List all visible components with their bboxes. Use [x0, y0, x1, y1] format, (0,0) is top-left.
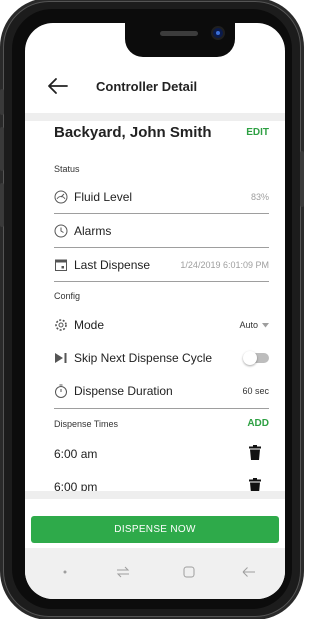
- trash-icon[interactable]: [249, 445, 261, 460]
- home-icon[interactable]: [181, 564, 197, 580]
- add-dispense-time-button[interactable]: ADD: [247, 418, 269, 429]
- mode-value[interactable]: Auto: [239, 320, 258, 330]
- dispense-duration-label: Dispense Duration: [74, 384, 173, 398]
- back-arrow-icon[interactable]: [47, 76, 69, 96]
- front-camera: [213, 28, 223, 38]
- overview-icon[interactable]: [57, 564, 73, 580]
- skip-next-dispense-label: Skip Next Dispense Cycle: [74, 351, 213, 365]
- last-dispense-value: 1/24/2019 6:01:09 PM: [180, 260, 269, 270]
- dispense-times-section-label: Dispense Times: [54, 419, 119, 429]
- divider: [54, 408, 269, 409]
- phone-frame: Controller Detail Backyard, John Smith E…: [0, 1, 304, 617]
- dispense-now-button[interactable]: DISPENSE NOW: [31, 516, 279, 543]
- footer-divider-band: [25, 491, 285, 499]
- recents-icon[interactable]: [115, 564, 131, 580]
- mode-label: Mode: [74, 318, 105, 332]
- dispense-time-item: 6:00 am: [54, 441, 269, 467]
- skip-next-dispense-toggle[interactable]: [243, 351, 269, 365]
- volume-up-button: [0, 89, 4, 115]
- timer-icon: [55, 384, 67, 398]
- edit-button[interactable]: EDIT: [246, 127, 269, 138]
- gear-icon: [55, 319, 67, 331]
- dispense-duration-value: 60 sec: [242, 386, 269, 396]
- header-divider-band: [25, 113, 285, 121]
- status-section-label: Status: [54, 164, 80, 174]
- back-nav-icon[interactable]: [241, 564, 257, 580]
- skip-next-icon: [55, 353, 67, 363]
- notch: [125, 23, 235, 57]
- mode-row[interactable]: Mode Auto: [54, 309, 269, 341]
- last-dispense-row: Last Dispense 1/24/2019 6:01:09 PM: [54, 249, 269, 281]
- skip-next-dispense-row: Skip Next Dispense Cycle: [54, 342, 269, 374]
- controller-name: Backyard, John Smith: [54, 124, 212, 141]
- clock-icon: [54, 224, 68, 238]
- app-bar: Controller Detail: [25, 58, 285, 113]
- dispense-time: 6:00 am: [54, 447, 98, 461]
- alarms-label: Alarms: [74, 224, 112, 238]
- divider: [54, 213, 269, 214]
- bixby-button: [0, 183, 4, 227]
- divider: [54, 247, 269, 248]
- alarms-row[interactable]: Alarms: [54, 215, 269, 247]
- config-section-label: Config: [54, 291, 81, 301]
- page-title: Controller Detail: [96, 79, 198, 94]
- fluid-level-value: 83%: [250, 192, 269, 202]
- dispense-duration-row[interactable]: Dispense Duration 60 sec: [54, 375, 269, 407]
- divider: [54, 281, 269, 282]
- calendar-icon: [55, 259, 67, 271]
- volume-down-button: [0, 127, 4, 171]
- last-dispense-label: Last Dispense: [74, 258, 151, 272]
- fluid-level-label: Fluid Level: [74, 190, 133, 204]
- system-nav-bar: [25, 548, 285, 599]
- app-screen: Controller Detail Backyard, John Smith E…: [25, 23, 285, 599]
- power-button: [300, 151, 304, 207]
- speaker-grille: [160, 31, 198, 36]
- fluid-level-row: Fluid Level 83%: [54, 181, 269, 213]
- gauge-icon: [54, 190, 68, 204]
- dropdown-arrow-icon[interactable]: [262, 323, 269, 328]
